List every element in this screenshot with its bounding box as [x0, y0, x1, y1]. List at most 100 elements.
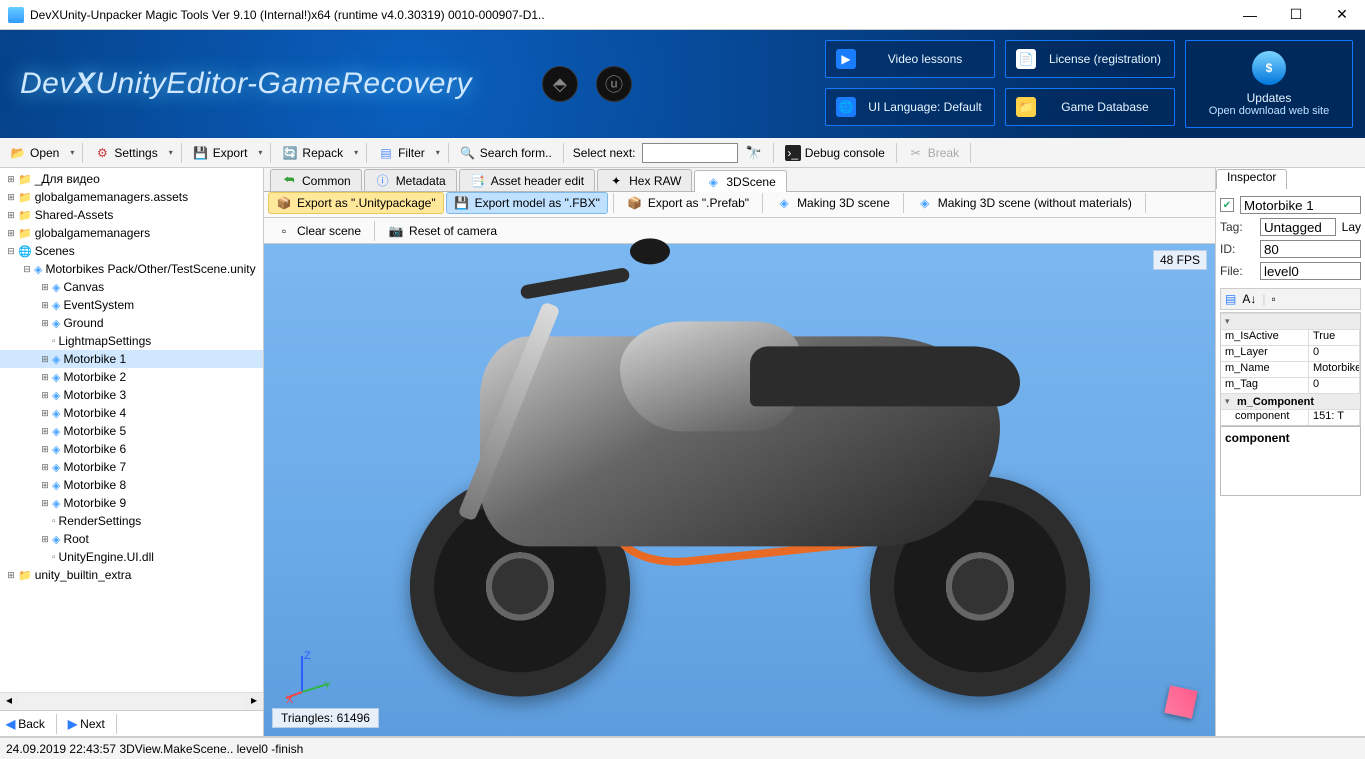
export-fbx-button[interactable]: 💾Export model as ".FBX"	[446, 192, 608, 214]
filter-dropdown[interactable]	[433, 141, 443, 165]
cube-icon: ◈	[705, 174, 721, 190]
inspector-mini-toolbar: ▤ A↓ | ▫	[1220, 288, 1361, 310]
axis-gizmo: Z Y X	[284, 650, 334, 700]
making-3d-scene-button[interactable]: ◈Making 3D scene	[768, 192, 898, 214]
open-dropdown[interactable]	[67, 141, 77, 165]
tag-input[interactable]	[1260, 218, 1336, 236]
center-pane: ⮪Common ⓘMetadata 📑Asset header edit ✦He…	[264, 168, 1215, 736]
debug-console-button[interactable]: ›_Debug console	[779, 141, 891, 165]
tab-hex[interactable]: ✦Hex RAW	[597, 169, 692, 191]
tree-selected-node: ◈Motorbike 1	[0, 350, 263, 368]
header-banner: DevXUnityEditor-GameRecovery ⬘ ⓤ ▶ Video…	[0, 30, 1365, 138]
export-prefab-button[interactable]: 📦Export as ".Prefab"	[619, 192, 757, 214]
folder-icon: 📁	[1016, 97, 1036, 117]
maximize-button[interactable]: ☐	[1273, 0, 1319, 30]
inspector-pane: Inspector ✔ Tag: Lay ID: File: ▤ A↓	[1215, 168, 1365, 736]
cube-icon: ◈	[776, 195, 792, 211]
license-button[interactable]: 📄 License (registration)	[1005, 40, 1175, 78]
categorize-icon[interactable]: ▤	[1225, 292, 1236, 306]
tab-metadata[interactable]: ⓘMetadata	[364, 169, 457, 191]
engine-icons: ⬘ ⓤ	[542, 66, 632, 102]
hex-icon: ✦	[608, 173, 624, 189]
tab-common[interactable]: ⮪Common	[270, 169, 362, 191]
license-icon: 📄	[1016, 49, 1036, 69]
3d-viewport[interactable]: 48 FPS Z Y X Triangles: 61496	[264, 244, 1215, 736]
triangle-count: Triangles: 61496	[272, 708, 379, 728]
expand-icon[interactable]	[4, 174, 18, 185]
break-button[interactable]: ✂Break	[902, 141, 965, 165]
updates-icon: $	[1252, 51, 1286, 85]
play-icon: ▶	[836, 49, 856, 69]
window-title: DevXUnity-Unpacker Magic Tools Ver 9.10 …	[30, 8, 1227, 22]
cube-icon: ◈	[917, 195, 933, 211]
sort-icon[interactable]: A↓	[1242, 292, 1256, 306]
settings-dropdown[interactable]	[166, 141, 176, 165]
open-button[interactable]: 📂Open	[4, 141, 65, 165]
select-next-label: Select next:	[569, 146, 640, 160]
id-input[interactable]	[1260, 240, 1361, 258]
filter-button[interactable]: ▤Filter	[372, 141, 431, 165]
content-tabs: ⮪Common ⓘMetadata 📑Asset header edit ✦He…	[264, 168, 1215, 192]
page-icon[interactable]: ▫	[1271, 292, 1275, 306]
scissors-icon: ✂	[908, 145, 924, 161]
tree-navbar: ◀Back ▶Next	[0, 710, 263, 736]
app-logo: DevXUnityEditor-GameRecovery	[20, 67, 472, 101]
export-button[interactable]: 💾Export	[187, 141, 254, 165]
ui-language-button[interactable]: 🌐 UI Language: Default	[825, 88, 995, 126]
scene-toolbar: 📦Export as ".Unitypackage" 💾Export model…	[264, 192, 1215, 218]
repack-dropdown[interactable]	[351, 141, 361, 165]
component-description: component	[1220, 426, 1361, 496]
orientation-cube[interactable]	[1161, 682, 1201, 722]
active-checkbox[interactable]: ✔	[1220, 198, 1234, 212]
fps-counter: 48 FPS	[1153, 250, 1207, 270]
tab-3dscene[interactable]: ◈3DScene	[694, 170, 786, 192]
back-arrow-icon: ⮪	[281, 173, 297, 189]
updates-button[interactable]: $ Updates Open download web site	[1185, 40, 1353, 128]
globe-icon: 🌐	[836, 97, 856, 117]
repack-icon: 🔄	[282, 145, 298, 161]
making-3d-scene-nomat-button[interactable]: ◈Making 3D scene (without materials)	[909, 192, 1140, 214]
next-button[interactable]: ▶Next	[68, 717, 105, 731]
binoculars-icon: 🔭	[746, 145, 762, 161]
game-database-button[interactable]: 📁 Game Database	[1005, 88, 1175, 126]
inspector-tab[interactable]: Inspector	[1216, 169, 1287, 189]
video-lessons-button[interactable]: ▶ Video lessons	[825, 40, 995, 78]
file-input[interactable]	[1260, 262, 1361, 280]
edit-icon: 📑	[470, 173, 486, 189]
reset-camera-button[interactable]: 📷Reset of camera	[380, 220, 505, 242]
model-motorbike	[370, 266, 1110, 696]
unity-icon: ⬘	[542, 66, 578, 102]
app-icon	[8, 7, 24, 23]
export-unitypackage-button[interactable]: 📦Export as ".Unitypackage"	[268, 192, 444, 214]
filter-icon: ▤	[378, 145, 394, 161]
folder-open-icon: 📂	[10, 145, 26, 161]
export-icon: 💾	[193, 145, 209, 161]
repack-button[interactable]: 🔄Repack	[276, 141, 349, 165]
main-toolbar: 📂Open ⚙Settings 💾Export 🔄Repack ▤Filter …	[0, 138, 1365, 168]
package-icon: 📦	[276, 195, 292, 211]
camera-icon: 📷	[388, 223, 404, 239]
scene-toolbar-2: ▫Clear scene 📷Reset of camera	[264, 218, 1215, 244]
back-button[interactable]: ◀Back	[6, 717, 45, 731]
find-button[interactable]: 🔭	[740, 141, 768, 165]
tab-asset-header[interactable]: 📑Asset header edit	[459, 169, 595, 191]
clear-scene-button[interactable]: ▫Clear scene	[268, 220, 369, 242]
property-grid[interactable]: ▾ m_IsActiveTrue m_Layer0 m_NameMotorbik…	[1220, 312, 1361, 426]
page-icon: ▫	[276, 223, 292, 239]
close-button[interactable]: ✕	[1319, 0, 1365, 30]
unreal-icon: ⓤ	[596, 66, 632, 102]
gear-icon: ⚙	[94, 145, 110, 161]
export-dropdown[interactable]	[255, 141, 265, 165]
minimize-button[interactable]: —	[1227, 0, 1273, 30]
status-bar: 24.09.2019 22:43:57 3DView.MakeScene.. l…	[0, 737, 1365, 759]
tree-hscroll[interactable]: ◂▸	[0, 692, 263, 710]
prefab-icon: 📦	[627, 195, 643, 211]
asset-tree[interactable]: 📁_Для видео 📁globalgamemanagers.assets 📁…	[0, 168, 263, 692]
name-input[interactable]	[1240, 196, 1361, 214]
select-next-input[interactable]	[642, 143, 738, 163]
search-form-button[interactable]: 🔍Search form..	[454, 141, 558, 165]
tree-pane: 📁_Для видео 📁globalgamemanagers.assets 📁…	[0, 168, 264, 736]
search-icon: 🔍	[460, 145, 476, 161]
settings-button[interactable]: ⚙Settings	[88, 141, 163, 165]
terminal-icon: ›_	[785, 145, 801, 161]
